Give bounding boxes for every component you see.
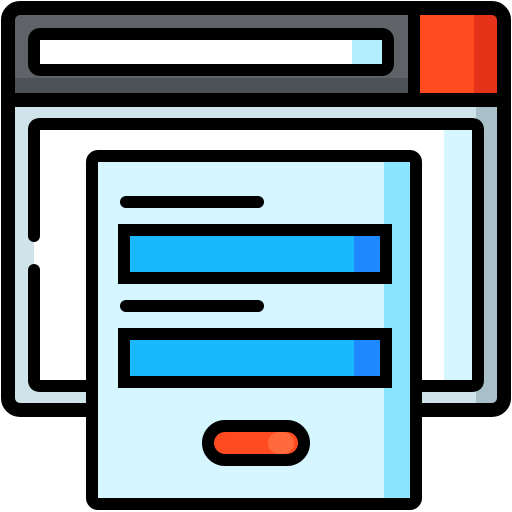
- web-form-icon: [0, 0, 512, 512]
- content-area-shade: [444, 130, 474, 380]
- address-bar-shade: [352, 40, 382, 64]
- submit-button-highlight: [268, 432, 294, 454]
- web-form-illustration: [1, 1, 511, 510]
- input-field: [124, 334, 386, 382]
- input-field: [124, 230, 386, 278]
